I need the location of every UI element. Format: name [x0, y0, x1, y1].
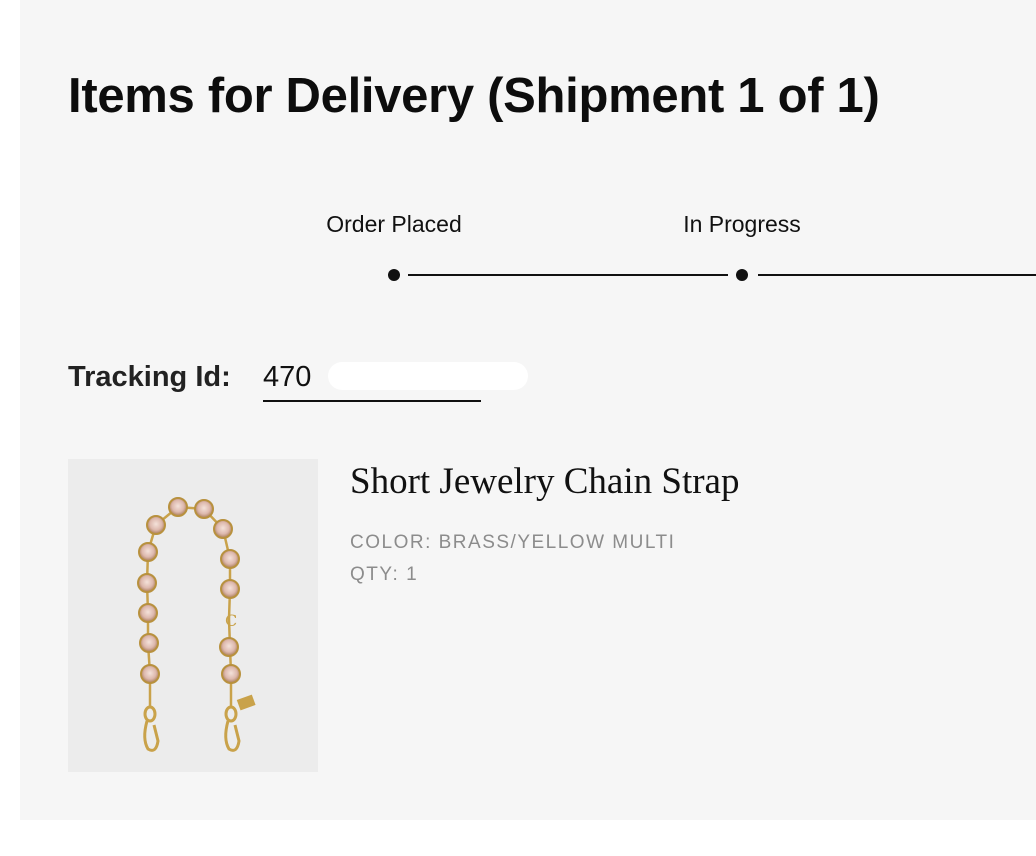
step-label-in-progress: In Progress [683, 211, 801, 237]
product-image[interactable]: C [68, 459, 318, 772]
step-connector-line [408, 274, 728, 276]
product-name[interactable]: Short Jewelry Chain Strap [350, 459, 739, 505]
jewelry-chain-strap-image: C [137, 497, 256, 752]
order-progress-tracker: Order Placed In Progress [20, 200, 1036, 290]
page-title: Items for Delivery (Shipment 1 of 1) [68, 69, 880, 123]
step-connector-line [758, 274, 1036, 276]
step-dot-order-placed [388, 269, 400, 281]
step-label-order-placed: Order Placed [326, 211, 462, 237]
tracking-id-label: Tracking Id: [68, 361, 231, 393]
svg-text:C: C [225, 611, 237, 630]
step-dot-in-progress [736, 269, 748, 281]
shipment-panel: Items for Delivery (Shipment 1 of 1) Ord… [20, 0, 1036, 820]
redaction-mark [328, 362, 528, 390]
product-quantity: QTY: 1 [350, 564, 419, 585]
product-color: COLOR: BRASS/YELLOW MULTI [350, 532, 676, 553]
product-item: C Short Jewelry Chain Strap COLOR: BRASS… [68, 459, 1008, 779]
